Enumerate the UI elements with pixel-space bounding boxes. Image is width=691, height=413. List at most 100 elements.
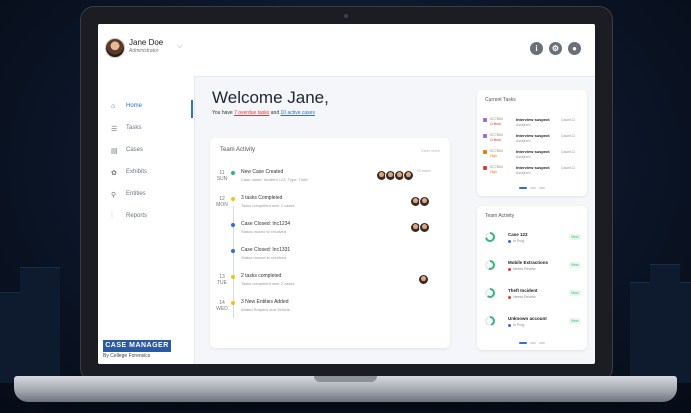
view-button[interactable]: View <box>569 262 581 268</box>
sidebar: ⌂ Home ☰ Tasks ▤ Cases ✿ Exhibits ⚲ Enti… <box>98 76 195 364</box>
task-name: Interview suspect <box>516 133 550 138</box>
avatar[interactable] <box>105 38 125 58</box>
active-cases-link[interactable]: 10 active cases <box>281 110 315 116</box>
gear-icon[interactable]: ⚙ <box>549 42 562 55</box>
pager-dot-active[interactable] <box>519 187 527 189</box>
tasks-icon: ☰ <box>111 126 118 133</box>
progress-name: Case 123 <box>508 232 528 237</box>
pager-dot[interactable] <box>539 342 545 344</box>
status-dot <box>508 323 511 327</box>
sidebar-item-label: Cases <box>126 147 144 153</box>
avatar-group[interactable] <box>410 194 430 207</box>
sidebar-item-exhibits[interactable]: ✿ Exhibits <box>108 166 192 180</box>
status-dot <box>508 239 511 243</box>
task-number: SC7894 <box>490 133 503 137</box>
view-more-link[interactable]: View more <box>421 148 440 153</box>
task-status: Assigned <box>516 123 531 127</box>
pager-dot[interactable] <box>530 342 536 344</box>
task-name: Interview suspect <box>516 149 550 154</box>
task-status: Assigned <box>516 171 531 175</box>
progress-ring <box>485 288 495 298</box>
progress-ring <box>485 260 495 270</box>
sidebar-item-label: Home <box>126 103 143 109</box>
activity-title: Case Closed: Inc1234 <box>241 221 291 227</box>
avatar-group[interactable]: +3 more <box>376 168 431 181</box>
progress-item[interactable]: Mobile Extractions Needs Review View <box>483 258 581 280</box>
sidebar-item-tasks[interactable]: ☰ Tasks <box>108 122 192 136</box>
activity-item[interactable]: 13 TUE 2 tasks completed Tasks completed … <box>210 272 450 298</box>
sidebar-item-label: Reports <box>126 213 148 219</box>
view-button[interactable]: View <box>569 290 581 296</box>
progress-item[interactable]: Case 123 In Prog View <box>483 230 581 252</box>
activity-item[interactable]: 12 MON 3 tasks Completed Tasks completed … <box>210 194 450 220</box>
task-name: Interview suspect <box>516 117 550 122</box>
activity-dot <box>231 249 235 253</box>
avatar-group[interactable] <box>410 220 430 233</box>
user-role: Administrator <box>129 48 159 54</box>
pager-dot[interactable] <box>539 187 545 189</box>
card-title: Team Activity <box>220 147 256 153</box>
task-number: SC7894 <box>490 165 503 169</box>
task-item[interactable]: SC7894 High Interview suspect Assigned C… <box>483 148 581 162</box>
progress-status: In Prog <box>513 323 525 327</box>
task-number: SC7894 <box>490 117 503 121</box>
overdue-tasks-link[interactable]: 7 overdue tasks <box>234 110 269 116</box>
more-avatars: +3 more <box>416 168 431 173</box>
top-bar: Jane Doe Administrator ⌵ i ⚙ ● <box>98 24 595 77</box>
activity-dow: WED <box>216 306 228 312</box>
team-activity-card: Team Activity View more 11 SUN New Case C… <box>210 138 450 348</box>
task-priority: High <box>490 154 498 158</box>
activity-dot <box>231 197 235 201</box>
task-item[interactable]: SC7894 Critical Interview suspect Assign… <box>483 116 581 130</box>
avatar <box>419 196 430 207</box>
sidebar-item-home[interactable]: ⌂ Home <box>108 100 193 118</box>
sidebar-item-label: Entities <box>126 191 146 197</box>
task-priority: Critical <box>490 138 501 142</box>
activity-title: Case Closed: Inc1331 <box>241 247 291 253</box>
progress-item[interactable]: Theft Incident Needs Review View <box>483 286 581 308</box>
progress-item[interactable]: Unknown account In Prog View <box>483 314 581 336</box>
activity-item[interactable]: 11 SUN New Case Created Case name: Incide… <box>210 168 450 194</box>
pager-dot-active[interactable] <box>519 342 527 344</box>
avatar-group[interactable] <box>418 272 429 285</box>
task-number: SC7894 <box>490 149 503 153</box>
activity-subtitle: Case name: Incident 123, Type: Theft <box>241 177 308 182</box>
activity-item[interactable]: Case Closed: Inc1331 Status moved to res… <box>210 246 450 272</box>
active-indicator <box>191 100 193 118</box>
view-button[interactable]: View <box>569 234 581 240</box>
activity-dow: SUN <box>216 176 228 182</box>
activity-item[interactable]: 14 WED 3 New Entities Added Added Suspect… <box>210 298 450 324</box>
activity-title: 3 New Entities Added <box>241 299 289 305</box>
activity-dot <box>231 275 235 279</box>
status-dot <box>508 267 511 271</box>
app-screen: Jane Doe Administrator ⌵ i ⚙ ● ⌂ Home ☰ … <box>98 24 595 364</box>
brand-logo: CASE MANAGER <box>103 340 171 352</box>
pager-dot[interactable] <box>530 187 536 189</box>
progress-status: In Prog <box>513 239 525 243</box>
activity-subtitle: Tasks completed over 2 cases <box>241 203 295 208</box>
activity-item[interactable]: Case Closed: Inc1234 Status moved to res… <box>210 220 450 246</box>
laptop-notch <box>314 376 377 382</box>
task-item[interactable]: SC7894 Critical Interview suspect Assign… <box>483 132 581 146</box>
notification-icon[interactable]: ● <box>568 42 581 55</box>
sidebar-item-reports[interactable]: ⫶ Reports <box>108 210 192 224</box>
activity-date: 13 TUE <box>216 274 228 286</box>
sidebar-item-cases[interactable]: ▤ Cases <box>108 144 192 158</box>
chevron-down-icon[interactable]: ⌵ <box>177 43 182 51</box>
task-item[interactable]: SC7894 High Interview suspect Assigned C… <box>483 164 581 178</box>
sidebar-item-entities[interactable]: ⚲ Entities <box>108 188 192 202</box>
home-icon: ⌂ <box>111 103 116 110</box>
status-dot <box>508 295 511 299</box>
avatar <box>418 274 429 285</box>
task-priority: Critical <box>490 122 501 126</box>
info-icon[interactable]: i <box>530 42 543 55</box>
laptop-lid: Jane Doe Administrator ⌵ i ⚙ ● ⌂ Home ☰ … <box>80 6 613 382</box>
progress-name: Theft Incident <box>508 288 538 293</box>
task-status: Assigned <box>516 155 531 159</box>
user-name[interactable]: Jane Doe <box>129 38 163 47</box>
task-tag <box>483 134 487 138</box>
view-button[interactable]: View <box>569 318 581 324</box>
card-title: Team Activity <box>485 213 515 219</box>
activity-title: 3 tasks Completed <box>241 195 283 201</box>
current-tasks-card: Current Tasks SC7894 Critical Interview … <box>477 90 587 196</box>
